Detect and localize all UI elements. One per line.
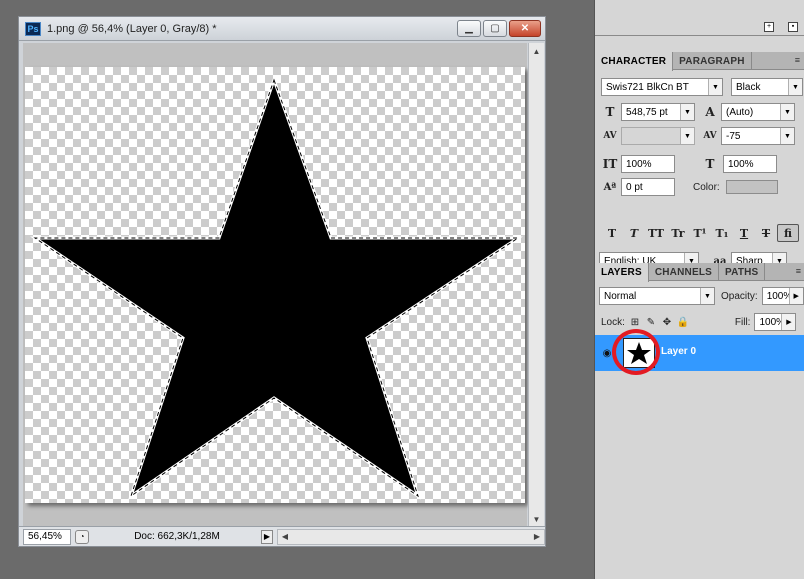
tracking-field[interactable]: -75 ▼: [721, 127, 795, 145]
font-family-value: Swis721 BlkCn BT: [606, 81, 689, 93]
scroll-down-icon[interactable]: ▼: [529, 511, 544, 527]
layers-panel-tabs: LAYERS CHANNELS PATHS ≡: [595, 263, 804, 282]
character-panel: Swis721 BlkCn BT ▼ Black ▼ T 548,75 pt ▼…: [595, 70, 804, 277]
lock-position-icon[interactable]: ✥: [661, 316, 673, 328]
leading-field[interactable]: (Auto) ▼: [721, 103, 795, 121]
delete-icon[interactable]: ▪: [788, 22, 798, 32]
vertical-scrollbar[interactable]: ▲ ▼: [528, 43, 544, 527]
tracking-value: -75: [726, 130, 741, 142]
leading-icon: A: [705, 105, 715, 119]
subscript-button[interactable]: T₁: [711, 224, 733, 242]
scroll-right-icon[interactable]: ▶: [530, 530, 544, 544]
tab-character[interactable]: CHARACTER: [595, 52, 674, 71]
scroll-up-icon[interactable]: ▲: [529, 43, 544, 59]
font-family-dropdown[interactable]: Swis721 BlkCn BT ▼: [601, 78, 723, 96]
horizontal-scrollbar[interactable]: ◀ ▶: [277, 528, 545, 545]
highlight-circle: [612, 329, 660, 375]
chevron-down-icon[interactable]: ▼: [788, 79, 802, 95]
type-style-buttons: T T TT Tr T¹ T₁ T T fi: [601, 224, 799, 242]
star-shape: [30, 75, 523, 500]
horizontal-scale-field[interactable]: 100%: [723, 155, 777, 173]
leading-value: (Auto): [726, 106, 754, 118]
faux-italic-button[interactable]: T: [623, 224, 645, 242]
tab-layers[interactable]: LAYERS: [595, 263, 649, 282]
strikethrough-button[interactable]: T: [755, 224, 777, 242]
tab-paths[interactable]: PATHS: [719, 263, 766, 281]
baseline-shift-icon: Aª: [603, 181, 617, 193]
layers-panel: LAYERS CHANNELS PATHS ≡ Normal ▼ Opacity…: [595, 263, 804, 375]
status-menu-icon[interactable]: ◔: [75, 529, 89, 544]
font-style-dropdown[interactable]: Black ▼: [731, 78, 803, 96]
blend-mode-value: Normal: [604, 290, 637, 302]
zoom-level-field[interactable]: 56,45%: [23, 528, 71, 545]
small-caps-button[interactable]: Tr: [667, 224, 689, 242]
canvas-area[interactable]: [23, 43, 527, 527]
panel-menu-icon[interactable]: ≡: [796, 266, 801, 276]
tab-paragraph[interactable]: PARAGRAPH: [673, 52, 752, 70]
chevron-right-icon[interactable]: ▶: [788, 288, 803, 304]
document-titlebar[interactable]: Ps 1.png @ 56,4% (Layer 0, Gray/8) * ▁ ▢…: [19, 17, 545, 41]
photoshop-icon: Ps: [25, 21, 41, 36]
document-title: 1.png @ 56,4% (Layer 0, Gray/8) *: [47, 22, 217, 35]
image-canvas[interactable]: [25, 67, 525, 503]
document-window[interactable]: Ps 1.png @ 56,4% (Layer 0, Gray/8) * ▁ ▢…: [18, 16, 546, 547]
underline-button[interactable]: T: [733, 224, 755, 242]
opacity-label: Opacity:: [721, 290, 758, 302]
chevron-down-icon[interactable]: ▼: [680, 104, 694, 120]
lock-all-icon[interactable]: 🔒: [677, 316, 689, 328]
lock-label: Lock:: [601, 316, 625, 328]
document-info: Doc: 662,3K/1,28M: [134, 531, 220, 542]
tab-channels[interactable]: CHANNELS: [649, 263, 720, 281]
all-caps-button[interactable]: TT: [645, 224, 667, 242]
character-panel-tabs: CHARACTER PARAGRAPH ≡: [595, 52, 804, 71]
lock-transparency-icon[interactable]: ⊞: [629, 316, 641, 328]
chevron-down-icon[interactable]: ▼: [780, 104, 794, 120]
chevron-down-icon[interactable]: ▼: [780, 128, 794, 144]
font-size-icon: T: [605, 105, 615, 119]
baseline-shift-field[interactable]: 0 pt: [621, 178, 675, 196]
new-document-icon[interactable]: +: [764, 22, 774, 32]
kerning-icon: AV: [603, 131, 617, 141]
color-swatch[interactable]: [725, 180, 778, 194]
ligatures-button[interactable]: fi: [777, 224, 799, 242]
font-size-field[interactable]: 548,75 pt ▼: [621, 103, 695, 121]
chevron-down-icon[interactable]: ▼: [708, 79, 722, 95]
blend-mode-dropdown[interactable]: Normal ▼: [599, 287, 715, 305]
tracking-icon: AV: [703, 131, 717, 141]
minimize-button[interactable]: ▁: [457, 20, 481, 37]
status-bar: 56,45% ◔ Doc: 662,3K/1,28M ▶ ◀ ▶: [19, 526, 545, 546]
vertical-scale-field[interactable]: 100%: [621, 155, 675, 173]
chevron-down-icon[interactable]: ▼: [680, 128, 694, 144]
status-arrow-icon[interactable]: ▶: [261, 529, 273, 544]
horizontal-scale-icon: T: [705, 157, 715, 171]
chevron-right-icon[interactable]: ▶: [781, 314, 796, 330]
font-style-value: Black: [736, 81, 761, 93]
faux-bold-button[interactable]: T: [601, 224, 623, 242]
chevron-down-icon[interactable]: ▼: [700, 288, 714, 304]
layer-name[interactable]: Layer 0: [661, 346, 696, 357]
lock-image-icon[interactable]: ✎: [645, 316, 657, 328]
fill-label: Fill:: [734, 316, 751, 328]
layer-row[interactable]: ◉ Layer 0: [595, 329, 804, 375]
panel-dock: + ▪ CHARACTER PARAGRAPH ≡ Swis721 BlkCn …: [594, 0, 804, 579]
panel-menu-icon[interactable]: ≡: [795, 55, 800, 65]
vertical-scale-icon: IT: [602, 157, 618, 171]
maximize-button[interactable]: ▢: [483, 20, 507, 37]
color-label: Color:: [693, 181, 720, 193]
font-size-value: 548,75 pt: [626, 106, 668, 118]
dock-top-strip: + ▪: [595, 0, 804, 36]
fill-field[interactable]: 100% ▶: [754, 313, 797, 331]
kerning-field[interactable]: ▼: [621, 127, 695, 145]
opacity-field[interactable]: 100% ▶: [761, 287, 804, 305]
scroll-left-icon[interactable]: ◀: [278, 530, 292, 544]
close-button[interactable]: ✕: [509, 20, 541, 37]
superscript-button[interactable]: T¹: [689, 224, 711, 242]
